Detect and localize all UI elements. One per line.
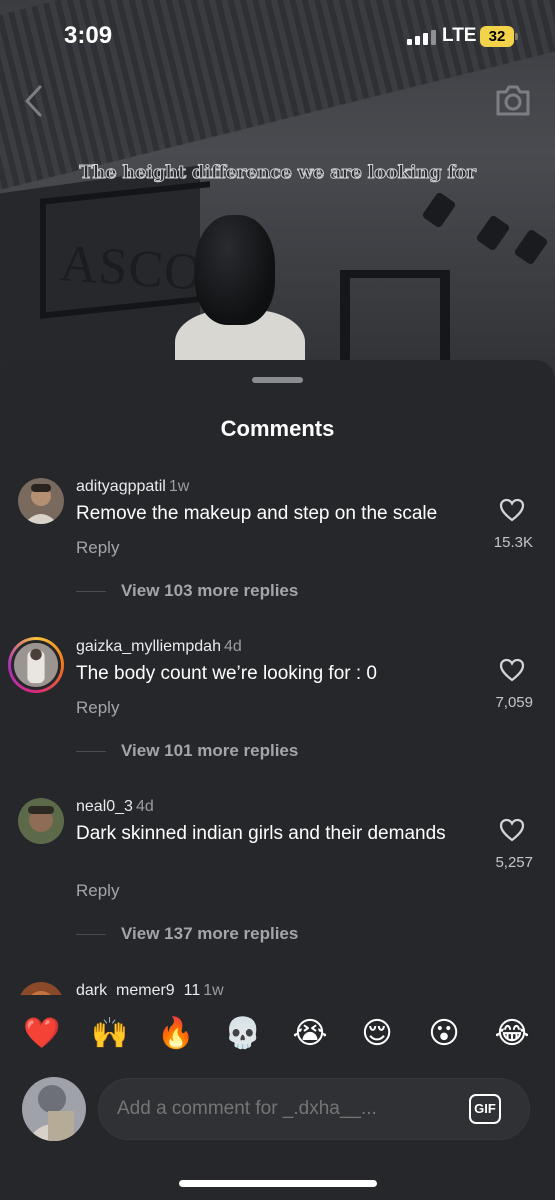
video-background: ASCOT The height difference we are looki…: [0, 0, 555, 380]
emoji-skull-button[interactable]: 💀: [221, 1012, 265, 1056]
like-control[interactable]: 5,257: [463, 818, 533, 871]
comment-username[interactable]: neal0_3 4d: [76, 798, 154, 816]
emoji-heart-button[interactable]: ❤️: [20, 1012, 64, 1056]
emoji-relieved-button[interactable]: 😌: [355, 1012, 399, 1056]
comment-text: Remove the makeup and step on the scale: [76, 503, 438, 524]
heart-icon[interactable]: [499, 658, 525, 682]
like-control[interactable]: 7,059: [463, 658, 533, 711]
avatar[interactable]: [18, 798, 64, 844]
heart-icon[interactable]: [499, 498, 525, 522]
network-label: LTE: [442, 25, 477, 46]
like-count: 15.3K: [493, 534, 533, 551]
comment-input[interactable]: [98, 1078, 530, 1140]
ceiling-light: [475, 214, 511, 252]
like-count: 7,059: [495, 694, 533, 711]
signal-icon: [407, 30, 436, 45]
avatar-with-story[interactable]: [8, 637, 64, 693]
sheet-grabber[interactable]: [252, 377, 303, 383]
like-count: 5,257: [495, 854, 533, 871]
reply-button[interactable]: Reply: [76, 698, 119, 718]
emoji-laughing-button[interactable]: 😂: [490, 1012, 534, 1056]
heart-icon[interactable]: [499, 818, 525, 842]
status-time: 3:09: [64, 22, 113, 49]
comments-list[interactable]: adityagppatil 1w Remove the makeup and st…: [0, 460, 555, 995]
avatar[interactable]: [18, 982, 64, 995]
emoji-surprised-button[interactable]: 😮: [422, 1012, 466, 1056]
clothing-rail: [340, 270, 450, 360]
ceiling-light: [513, 228, 549, 266]
view-replies-button[interactable]: View 103 more replies: [76, 581, 298, 601]
current-user-avatar[interactable]: [22, 1077, 86, 1141]
gif-button[interactable]: GIF: [469, 1094, 501, 1124]
back-arrow-icon[interactable]: [22, 84, 48, 118]
comment-username[interactable]: gaizka_mylliempdah 4d: [76, 638, 242, 656]
reply-button[interactable]: Reply: [76, 538, 119, 558]
comment-username[interactable]: dark_memer9_11 1w: [76, 982, 224, 995]
comments-sheet: Comments adityagppatil 1w Remove the make…: [0, 360, 555, 1200]
emoji-reaction-bar: ❤️ 🙌 🔥 💀 😭 😌 😮 😂: [0, 1012, 555, 1056]
like-control[interactable]: 15.3K: [463, 498, 533, 551]
ceiling-light: [421, 191, 457, 229]
comment-text: The body count we’re looking for : 0: [76, 663, 378, 684]
avatar[interactable]: [18, 478, 64, 524]
mannequin-head: [195, 215, 275, 325]
reply-button[interactable]: Reply: [76, 881, 119, 901]
emoji-fire-button[interactable]: 🔥: [154, 1012, 198, 1056]
emoji-raised-hands-button[interactable]: 🙌: [88, 1012, 132, 1056]
battery-icon: 32: [480, 26, 518, 47]
sheet-title: Comments: [220, 416, 335, 441]
camera-icon[interactable]: [494, 82, 532, 118]
view-replies-button[interactable]: View 137 more replies: [76, 924, 298, 944]
home-indicator[interactable]: [179, 1180, 377, 1187]
comment-username[interactable]: adityagppatil 1w: [76, 478, 189, 496]
video-caption: The height difference we are looking for: [79, 162, 477, 184]
view-replies-button[interactable]: View 101 more replies: [76, 741, 298, 761]
emoji-crying-button[interactable]: 😭: [288, 1012, 332, 1056]
comment-text: Dark skinned indian girls and their dema…: [76, 823, 446, 844]
